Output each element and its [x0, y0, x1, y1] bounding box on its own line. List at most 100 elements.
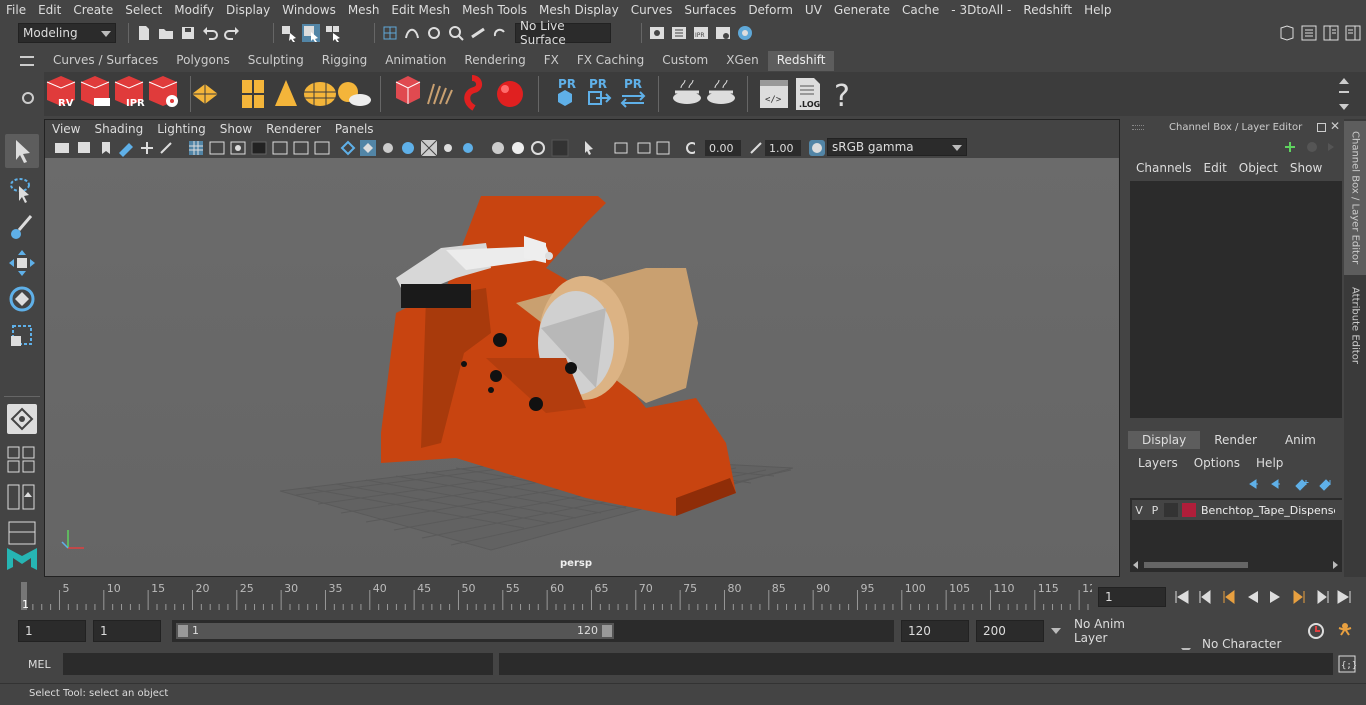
shelf-tab-custom[interactable]: Custom — [653, 51, 717, 71]
menu-cache[interactable]: Cache — [896, 3, 945, 17]
layer-tab-display[interactable]: Display — [1128, 431, 1201, 449]
layer-menu-help[interactable]: Help — [1256, 456, 1291, 470]
scroll-left-icon[interactable] — [1133, 561, 1138, 569]
snap-grid-icon[interactable] — [381, 24, 399, 42]
select-hierarchy-icon[interactable] — [280, 24, 298, 42]
snap-surface-icon[interactable] — [469, 24, 487, 42]
gamma-icon[interactable] — [749, 141, 763, 155]
menu-edit-mesh[interactable]: Edit Mesh — [385, 3, 456, 17]
rs-sun-sky-icon[interactable] — [338, 82, 371, 106]
range-right-handle[interactable] — [602, 625, 612, 637]
menu-modify[interactable]: Modify — [168, 3, 220, 17]
layer-row[interactable]: V P Benchtop_Tape_Dispenser — [1132, 500, 1342, 520]
menu-curves[interactable]: Curves — [625, 3, 679, 17]
menu-deform[interactable]: Deform — [742, 3, 799, 17]
scroll-right-icon[interactable] — [1333, 561, 1338, 569]
shelf-tab-redshift[interactable]: Redshift — [767, 51, 835, 71]
rs-volume-icon[interactable] — [464, 75, 482, 111]
viewport-menu-shading[interactable]: Shading — [87, 122, 150, 136]
gamma-field[interactable]: 1.00 — [765, 140, 801, 156]
undo-icon[interactable] — [201, 24, 219, 42]
select-component-icon[interactable] — [324, 24, 342, 42]
rs-render-settings-icon[interactable] — [148, 76, 178, 107]
shelf-tab-fx-caching[interactable]: FX Caching — [568, 51, 653, 71]
rs-log-icon[interactable]: .LOG — [796, 78, 820, 110]
rs-help-icon[interactable]: ? — [834, 79, 850, 114]
open-scene-icon[interactable] — [157, 24, 175, 42]
layer-visibility-toggle[interactable]: V — [1132, 504, 1146, 517]
snap-curve-icon[interactable] — [403, 24, 421, 42]
anim-layer-dropdown[interactable]: No Anim Layer — [1048, 617, 1166, 645]
menu-3dtoall[interactable]: - 3DtoAll - — [945, 3, 1017, 17]
rs-bake-icon[interactable] — [673, 79, 701, 104]
script-editor-icon[interactable]: {;} — [1338, 655, 1356, 673]
menu-redshift[interactable]: Redshift — [1017, 3, 1078, 17]
menu-surfaces[interactable]: Surfaces — [678, 3, 742, 17]
viewport-tool-icons[interactable] — [45, 138, 695, 158]
scale-tool-button[interactable] — [5, 318, 39, 352]
layer-tab-render[interactable]: Render — [1200, 431, 1271, 449]
rs-pr-sync-icon[interactable]: PR — [620, 77, 646, 108]
menu-help[interactable]: Help — [1078, 3, 1117, 17]
channel-box-area[interactable] — [1130, 181, 1342, 418]
layer-scrollbar[interactable] — [1132, 561, 1340, 569]
channel-box-menu-object[interactable]: Object — [1233, 161, 1284, 175]
viewport-menu-view[interactable]: View — [45, 122, 87, 136]
menu-generate[interactable]: Generate — [828, 3, 896, 17]
menu-display[interactable]: Display — [220, 3, 276, 17]
menu-file[interactable]: File — [0, 3, 32, 17]
workspace-icon[interactable] — [1278, 24, 1296, 42]
shelf-tab-polygons[interactable]: Polygons — [167, 51, 238, 71]
snap-point-icon[interactable] — [425, 24, 443, 42]
range-slider-track[interactable]: 1 120 — [176, 623, 614, 639]
mel-label[interactable]: MEL — [28, 658, 51, 671]
menu-uv[interactable]: UV — [799, 3, 828, 17]
rs-proxy-icon[interactable] — [395, 76, 421, 104]
layer-scroll-thumb[interactable] — [1144, 562, 1248, 568]
layer-name[interactable]: Benchtop_Tape_Dispenser — [1201, 504, 1335, 517]
layout-split-button[interactable] — [5, 482, 39, 512]
channel-box-menu-edit[interactable]: Edit — [1198, 161, 1233, 175]
side-tab-channel-box[interactable]: Channel Box / Layer Editor — [1344, 121, 1366, 275]
playback-start-field[interactable]: 1 — [93, 620, 161, 642]
menu-edit[interactable]: Edit — [32, 3, 67, 17]
menu-mesh-display[interactable]: Mesh Display — [533, 3, 625, 17]
viewport-menu-lighting[interactable]: Lighting — [150, 122, 213, 136]
rs-area-light-icon[interactable] — [192, 84, 218, 104]
shelf-tab-fx[interactable]: FX — [535, 51, 568, 71]
render-view-icon[interactable] — [648, 24, 666, 42]
mel-input[interactable] — [63, 653, 493, 675]
rs-pr-mesh-icon[interactable]: PR — [558, 77, 576, 106]
soft-select-button[interactable] — [7, 404, 37, 434]
mode-dropdown[interactable]: Modeling — [18, 23, 116, 43]
layer-playback-toggle[interactable]: P — [1146, 504, 1164, 517]
live-surface-field[interactable]: No Live Surface — [515, 19, 611, 47]
shelf-menu-icon[interactable] — [20, 56, 34, 66]
anim-prefs-icon[interactable] — [1335, 621, 1355, 641]
shelf-tab-animation[interactable]: Animation — [376, 51, 455, 71]
outliner-toggle-icon[interactable] — [1300, 24, 1318, 42]
viewport-canvas[interactable]: persp — [46, 158, 1118, 576]
hypershade-icon[interactable] — [736, 24, 754, 42]
panel-grip-icon[interactable] — [1132, 125, 1144, 130]
current-frame-field[interactable]: 1 — [1098, 587, 1166, 607]
channel-box-toggle-icon[interactable] — [1344, 24, 1362, 42]
auto-key-icon[interactable] — [1307, 622, 1325, 640]
layer-tool-icons[interactable] — [1244, 476, 1340, 492]
menu-windows[interactable]: Windows — [276, 3, 342, 17]
layer-tab-anim[interactable]: Anim — [1271, 431, 1330, 449]
viewport-menu-panels[interactable]: Panels — [328, 122, 381, 136]
viewport-menu-show[interactable]: Show — [213, 122, 259, 136]
layer-menu-options[interactable]: Options — [1194, 456, 1248, 470]
scene-start-field[interactable]: 1 — [18, 620, 86, 642]
redo-icon[interactable] — [223, 24, 241, 42]
shelf-tab-curves-surfaces[interactable]: Curves / Surfaces — [44, 51, 167, 71]
snap-view-plane-icon[interactable] — [447, 24, 465, 42]
rs-script-icon[interactable]: </> — [760, 80, 788, 108]
new-scene-icon[interactable] — [135, 24, 153, 42]
channel-box-toolbar-icons[interactable] — [1284, 139, 1344, 155]
exposure-field[interactable]: 0.00 — [705, 140, 741, 156]
rs-spot-light-icon[interactable] — [275, 80, 297, 106]
move-tool-button[interactable] — [5, 246, 39, 280]
shelf-settings-icon[interactable] — [22, 92, 34, 104]
